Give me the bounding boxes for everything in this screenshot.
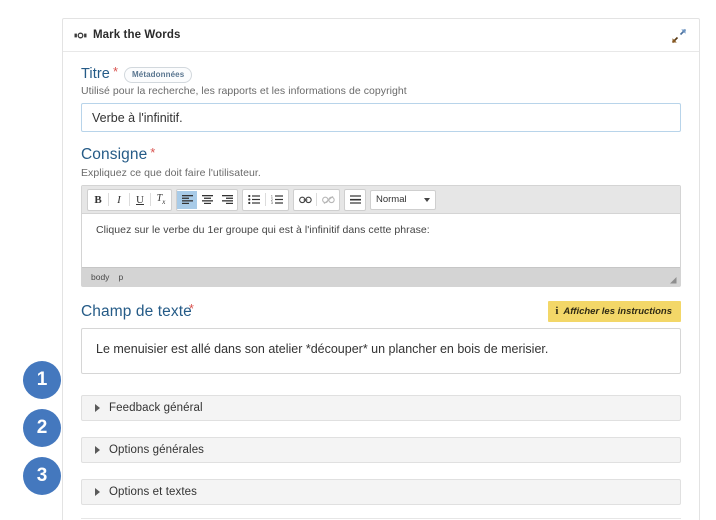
numbered-list-icon[interactable]: 123 (266, 190, 288, 209)
rich-text-editor: B I U Tx 1 2 3 Normal Cliquez sur le ver… (81, 185, 681, 287)
toolbar-group-lists: 123 (242, 188, 289, 211)
editor-resize-grip[interactable] (668, 275, 677, 284)
champ-de-texte-label: Champ de texte (81, 302, 192, 320)
editor-paragraph: Cliquez sur le verbe du 1er groupe qui e… (96, 224, 430, 236)
panel-header: Mark the Words (63, 19, 699, 52)
unlink-icon[interactable] (317, 190, 339, 209)
editor-element-path: body p (82, 267, 680, 286)
consigne-required-asterisk: * (150, 144, 156, 160)
align-right-icon[interactable] (217, 190, 237, 209)
consigne-label: Consigne (81, 146, 148, 163)
horizontal-rule-icon[interactable] (345, 190, 365, 209)
step-badge-1: 1 (23, 361, 61, 399)
section-options-generales[interactable]: Options générales (81, 437, 681, 463)
element-path-body[interactable]: body (91, 272, 109, 282)
titre-label: Titre (81, 66, 110, 82)
element-path-p[interactable]: p (118, 272, 123, 282)
section-feedback-general[interactable]: Feedback général (81, 395, 681, 421)
champ-de-texte-required-asterisk: * (188, 301, 194, 316)
chevron-right-icon (95, 446, 100, 454)
show-instructions-button[interactable]: i Afficher les instructions (548, 301, 681, 322)
chevron-down-icon (424, 197, 430, 202)
section-options-et-textes[interactable]: Options et textes (81, 479, 681, 505)
consigne-label-row: Consigne * (81, 146, 681, 164)
titre-required-asterisk: * (112, 63, 119, 79)
titre-description: Utilisé pour la recherche, les rapports … (81, 85, 407, 97)
section-options-et-textes-label: Options et textes (109, 486, 197, 498)
editor-toolbar: B I U Tx 1 2 3 Normal (82, 186, 680, 214)
align-center-icon[interactable] (197, 190, 217, 209)
screen-root: 1 2 3 Mark the Words Titre * Métadonnées… (0, 0, 716, 520)
section-options-generales-label: Options générales (109, 444, 205, 456)
toolbar-group-text-styles: B I U Tx (87, 188, 172, 211)
svg-text:3: 3 (271, 201, 273, 204)
bulleted-list-icon[interactable] (243, 190, 265, 209)
step-badge-3-number: 3 (36, 465, 48, 486)
bold-icon[interactable]: B (88, 190, 108, 209)
paragraph-format-select[interactable]: Normal (370, 189, 436, 210)
panel-body: Titre * Métadonnées Utilisé pour la reche… (63, 52, 699, 520)
fullscreen-expand-icon[interactable] (671, 28, 687, 44)
show-instructions-label: Afficher les instructions (563, 305, 672, 317)
chevron-right-icon (95, 488, 100, 496)
content-type-editor-panel: Mark the Words Titre * Métadonnées Utilis… (62, 18, 700, 520)
field-consigne: Consigne * Expliquez ce que doit faire l'… (81, 146, 681, 287)
toolbar-group-insert (344, 188, 366, 211)
champ-de-texte-label-row: Champ de texte * i Afficher les instructi… (81, 301, 681, 322)
step-badge-3: 3 (23, 457, 61, 495)
step-badge-2: 2 (23, 409, 61, 447)
editor-content-area[interactable]: Cliquez sur le verbe du 1er groupe qui e… (82, 214, 680, 267)
underline-icon[interactable]: U (130, 190, 150, 209)
step-badge-2-number: 2 (36, 417, 48, 438)
toolbar-group-links (293, 188, 340, 211)
info-icon: i (555, 305, 559, 317)
toolbar-group-alignment (176, 188, 238, 211)
titre-label-row: Titre * Métadonnées (81, 63, 681, 83)
link-icon[interactable] (294, 190, 316, 209)
align-left-icon[interactable] (177, 190, 197, 209)
panel-title: Mark the Words (93, 29, 181, 41)
field-champ-de-texte: Champ de texte * i Afficher les instructi… (81, 301, 681, 379)
paragraph-format-value: Normal (376, 194, 407, 205)
metadata-badge[interactable]: Métadonnées (124, 67, 193, 83)
move-handle-icon[interactable] (74, 29, 87, 42)
consigne-description: Expliquez ce que doit faire l'utilisateu… (81, 167, 261, 179)
chevron-right-icon (95, 404, 100, 412)
champ-de-texte-textarea[interactable] (81, 328, 681, 374)
panel-footer-divider (81, 518, 681, 519)
italic-icon[interactable]: I (109, 190, 129, 209)
field-titre: Titre * Métadonnées Utilisé pour la reche… (81, 63, 681, 132)
step-badge-1-number: 1 (36, 369, 48, 390)
titre-input[interactable] (81, 103, 681, 132)
section-feedback-general-label: Feedback général (109, 402, 203, 414)
remove-format-icon[interactable]: Tx (151, 190, 171, 209)
